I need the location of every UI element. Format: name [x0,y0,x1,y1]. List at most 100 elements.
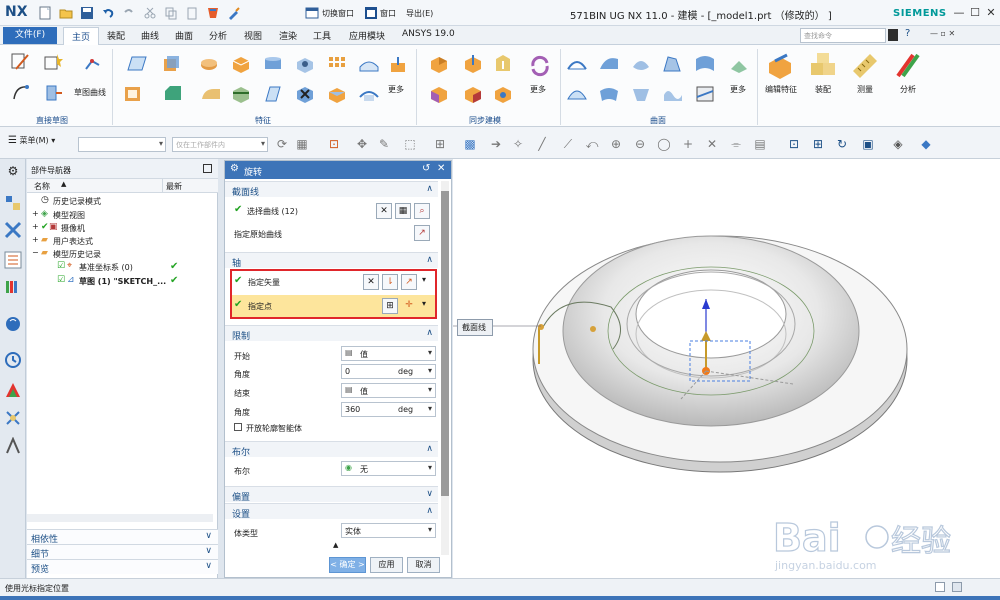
extrude-sketch-icon[interactable] [42,82,64,104]
inferred-vector-icon[interactable]: ↗ [401,274,417,290]
hole-icon[interactable] [294,53,316,75]
tab-ansys[interactable]: ANSYS 19.0 [402,29,455,39]
block-icon[interactable] [230,53,252,75]
tab-assembly[interactable]: 装配 [107,29,125,42]
select-curve-label[interactable]: 选择曲线 (12) [247,206,298,217]
file-menu-button[interactable]: 文件(F) [3,27,57,44]
expand-icon[interactable]: + [32,235,39,244]
surface-f-icon[interactable] [598,83,620,105]
select-icon-a[interactable]: ⊞ [432,136,448,152]
surface-e-icon[interactable] [566,83,588,105]
surface-more-icon[interactable] [728,55,750,77]
pencil-icon[interactable]: ✎ [376,136,392,152]
undo-icon[interactable] [99,4,117,22]
switch-window-icon[interactable] [303,4,321,22]
point-inferred-icon[interactable]: ✛ [401,298,417,314]
point-dialog-icon[interactable]: ⊞ [382,298,398,314]
datum-plane-icon[interactable] [126,53,148,75]
axis-section-header[interactable]: 轴 [225,252,438,269]
snap-point-icon[interactable]: ⊡ [326,136,342,152]
assembly-navigator-icon[interactable] [4,194,22,212]
work-layer-icon[interactable]: ◆ [918,136,934,152]
body-type-select[interactable]: 实体 [341,523,436,538]
tree-row[interactable]: + ▰ 用户表达式 [27,235,218,248]
offset-section-header[interactable]: 偏置 [225,486,438,503]
tree-row[interactable]: ◷ 历史记录模式 [27,195,218,208]
surface-b-icon[interactable] [630,53,652,75]
window-menu[interactable]: 窗口 [380,8,396,19]
control-point-icon[interactable]: ⊕ [608,136,624,152]
dialog-close-icon[interactable]: ✕ [437,163,445,174]
pull-face-icon[interactable] [462,53,484,75]
edit-feature-icon[interactable] [765,51,795,81]
type-filter-select[interactable] [78,137,166,152]
specify-origin-curve-label[interactable]: 指定原始曲线 [234,229,282,240]
fit-icon[interactable]: ⊡ [786,136,802,152]
ribbon-window-controls[interactable]: — ▫ ✕ [930,29,955,38]
expand-icon[interactable]: + [32,209,39,218]
chamfer-icon[interactable] [162,83,184,105]
start-angle-input[interactable]: 0 deg [341,364,436,379]
specify-vector-label[interactable]: 指定矢量 [248,277,280,288]
midpoint-icon[interactable]: ⤺ [584,136,600,152]
endpoint-icon[interactable]: ⟋ [560,136,576,152]
reverse-direction-icon[interactable]: ✕ [363,274,379,290]
roles-icon[interactable] [4,437,22,455]
rotate-icon[interactable]: ↻ [834,136,850,152]
origin-curve-icon[interactable]: ↗ [414,225,430,241]
reuse-library-icon[interactable] [4,278,22,296]
intersection-icon[interactable]: ⊖ [632,136,648,152]
surface-h-icon[interactable] [662,83,684,105]
tab-view[interactable]: 视图 [244,29,262,42]
zoom-icon[interactable]: ⊞ [810,136,826,152]
end-type-select[interactable]: ▤ 值 [341,383,436,398]
expand-icon[interactable]: + [32,222,39,231]
curve-select-icon[interactable]: ⌕ [414,203,430,219]
web-browser-icon[interactable] [4,315,22,333]
paste-icon[interactable] [183,4,201,22]
surface-a-icon[interactable] [598,53,620,75]
tree-row[interactable]: − ▰ 模型历史记录 [27,248,218,261]
sketch-curve-label[interactable]: 草图曲线 [74,87,106,98]
tab-applications[interactable]: 应用模块 [349,29,385,42]
window-icon[interactable] [362,4,380,22]
more-feature-label[interactable]: 更多 [388,84,404,95]
end-angle-input[interactable]: 360 deg [341,402,436,417]
arrow-icon[interactable]: ➔ [488,136,504,152]
move-face-icon[interactable] [428,53,450,75]
dependencies-panel[interactable]: 相依性 [27,529,218,545]
sketch-curve-icon[interactable] [83,51,105,73]
settings-gear-icon[interactable]: ⚙ [4,164,22,182]
tree-row[interactable]: + ✔ ▣ 摄像机 [27,222,218,235]
general-select-icon[interactable]: ▦ [294,136,310,152]
paint-icon[interactable] [204,4,222,22]
menu-button[interactable]: ☰ 菜单(M) ▾ [8,135,55,146]
cancel-button[interactable]: 取消 [407,557,440,573]
sketch-icon[interactable] [10,51,32,73]
status-icon-a[interactable] [935,582,945,592]
edge-blend-icon[interactable] [200,83,222,105]
boolean-section-header[interactable]: 布尔 [225,441,438,458]
select-filter-icon[interactable]: ⟳ [274,136,290,152]
reset-icon[interactable]: ↺ [422,163,430,174]
open-profile-label[interactable]: 开放轮廓智能体 [246,423,302,434]
surface-more-label[interactable]: 更多 [730,84,746,95]
tab-home[interactable]: 主页 [63,27,100,45]
assembly-label[interactable]: 装配 [815,84,831,95]
limits-section-header[interactable]: 限制 [225,325,438,342]
ok-button[interactable]: < 确定 > [329,557,366,573]
dialog-scroll-thumb[interactable] [441,191,449,496]
sketch-section-icon[interactable]: ▦ [395,203,411,219]
render-style-icon[interactable]: ◈ [890,136,906,152]
surface-d-icon[interactable] [694,53,716,75]
apply-button[interactable]: 应用 [370,557,403,573]
tab-render[interactable]: 渲染 [279,29,297,42]
box-select-icon[interactable]: ⬚ [402,136,418,152]
extrude-icon[interactable] [160,53,182,75]
tab-tools[interactable]: 工具 [313,29,331,42]
tree-row[interactable]: + ◈ 模型视图 [27,209,218,222]
dialog-gear-icon[interactable]: ⚙ [230,163,239,174]
more-feature-icon[interactable] [388,55,410,77]
trim-body-icon[interactable] [230,83,252,105]
preview-panel[interactable]: 预览 [27,559,218,575]
